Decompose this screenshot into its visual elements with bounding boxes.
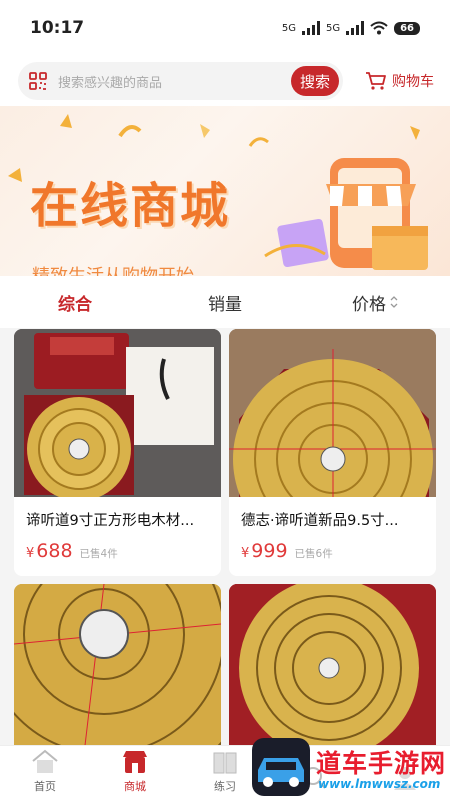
sold-count: 已售6件	[294, 548, 333, 560]
tab-label: 商城	[124, 780, 146, 793]
compass-box-illustration	[14, 329, 221, 497]
banner-title: 在线商城	[30, 178, 231, 234]
search-input[interactable]: 搜索感兴趣的商品	[58, 72, 291, 91]
product-image[interactable]	[14, 584, 221, 754]
watermark-text: 道车手游网	[316, 749, 447, 778]
product-price: ¥999	[241, 540, 288, 562]
net-label-1: 5G	[281, 22, 296, 34]
sort-tab-label: 价格	[352, 294, 386, 315]
product-image[interactable]	[14, 329, 221, 497]
product-price: ¥688	[26, 540, 73, 562]
product-card[interactable]	[14, 584, 221, 754]
tab-label: 练习	[214, 780, 236, 793]
shop-icon	[123, 751, 147, 773]
search-row: 搜索感兴趣的商品 搜索 购物车	[0, 56, 450, 106]
price-value: 999	[251, 540, 288, 562]
watermark-url: www.lmwwsz.com	[318, 777, 441, 791]
status-bar: 10:17 5G 5G 66	[0, 0, 450, 56]
product-image[interactable]	[229, 584, 436, 754]
home-icon	[32, 749, 58, 773]
sort-tab-label: 综合	[58, 294, 92, 315]
tab-shop[interactable]: 商城	[90, 746, 180, 800]
status-icons: 5G 5G 66	[282, 21, 420, 35]
watermark-logo	[252, 738, 310, 796]
signal-icon	[301, 21, 320, 35]
wifi-icon	[370, 21, 388, 35]
search-box[interactable]: 搜索感兴趣的商品 搜索	[18, 62, 343, 100]
book-icon	[213, 752, 237, 774]
sort-tab-price[interactable]: 价格	[300, 290, 450, 315]
product-card[interactable]: 谛听道9寸正方形电木材... ¥688 已售4件	[14, 329, 221, 576]
car-icon	[258, 758, 304, 787]
compass-closeup-illustration	[14, 584, 221, 754]
product-image[interactable]	[229, 329, 436, 497]
currency-symbol: ¥	[241, 546, 250, 561]
cart-icon	[366, 72, 386, 90]
compass-red-illustration	[229, 584, 436, 754]
product-title: 德志·谛听道新品9.5寸...	[241, 513, 399, 529]
sort-tab-label: 销量	[208, 294, 242, 315]
compass-octagon-illustration	[229, 329, 436, 497]
product-card[interactable]: 德志·谛听道新品9.5寸... ¥999 已售6件	[229, 329, 436, 576]
product-card[interactable]	[229, 584, 436, 754]
cart-label: 购物车	[392, 74, 434, 90]
net-label-2: 5G	[325, 22, 341, 34]
tab-label: 首页	[34, 780, 56, 793]
product-grid: 谛听道9寸正方形电木材... ¥688 已售4件 德志·谛听道新品9.5寸...	[14, 329, 436, 754]
sort-bar: 综合 销量 价格	[0, 276, 450, 328]
product-title: 谛听道9寸正方形电木材...	[26, 513, 195, 529]
currency-symbol: ¥	[26, 546, 35, 561]
tab-home[interactable]: 首页	[0, 746, 90, 800]
sold-count: 已售4件	[79, 548, 118, 560]
price-value: 688	[36, 540, 73, 562]
scan-icon[interactable]	[28, 71, 48, 91]
status-time: 10:17	[30, 18, 85, 38]
banner-subtitle: 精致生活从购物开始	[32, 262, 194, 276]
cart-button[interactable]: 购物车	[365, 71, 434, 91]
sort-arrows-icon	[390, 296, 398, 308]
sort-tab-comprehensive[interactable]: 综合	[0, 290, 150, 315]
sort-tab-sales[interactable]: 销量	[150, 290, 300, 315]
battery-icon: 66	[394, 21, 420, 35]
search-button[interactable]: 搜索	[290, 66, 339, 96]
signal-icon-2	[346, 21, 365, 35]
promo-banner[interactable]: 在线商城 精致生活从购物开始	[0, 106, 450, 276]
